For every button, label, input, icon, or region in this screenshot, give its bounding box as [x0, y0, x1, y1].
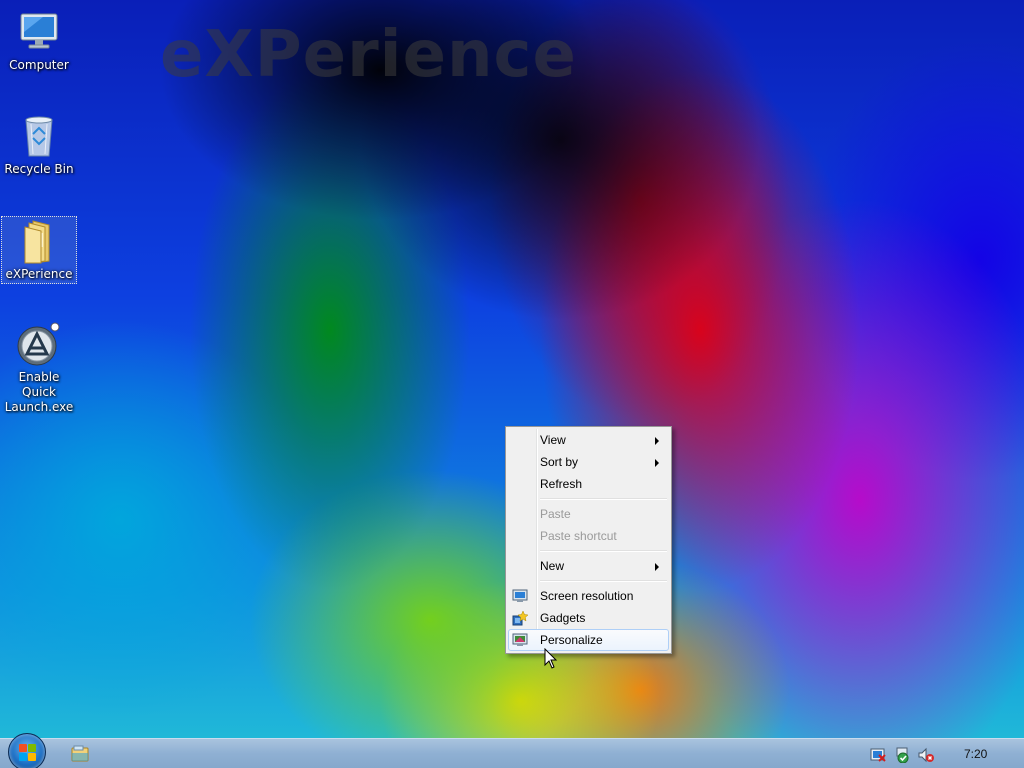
gadgets-icon — [512, 610, 529, 626]
menu-item-label: Refresh — [540, 477, 583, 491]
personalize-icon — [512, 632, 528, 648]
menu-item-label: New — [540, 559, 565, 573]
desktop-icon-experience-folder[interactable]: eXPerience — [1, 216, 77, 284]
desktop-icon-label: eXPerience — [5, 267, 73, 281]
menu-item-label: View — [540, 433, 566, 447]
submenu-arrow-icon — [655, 437, 659, 445]
menu-item-label: Screen resolution — [540, 589, 634, 603]
desktop-icon-computer[interactable]: Computer — [1, 8, 77, 78]
taskbar-clock[interactable]: 7:20 — [964, 747, 987, 761]
menu-item-label: Gadgets — [540, 611, 586, 625]
menu-item-sort-by[interactable]: Sort by — [508, 451, 669, 473]
menu-item-label: Paste — [540, 507, 571, 521]
desktop-icon-label: Enable Quick Launch.exe — [4, 370, 74, 414]
menu-item-label: Personalize — [540, 633, 603, 647]
start-orb-icon[interactable] — [8, 733, 46, 768]
desktop-icon-enable-quick-launch[interactable]: Enable Quick Launch.exe — [1, 320, 77, 414]
menu-item-gadgets[interactable]: Gadgets — [508, 607, 669, 629]
folder-icon — [15, 217, 63, 265]
volume-muted-icon[interactable] — [918, 747, 934, 763]
submenu-arrow-icon — [655, 563, 659, 571]
menu-separator — [508, 577, 669, 585]
menu-item-paste[interactable]: Paste — [508, 503, 669, 525]
file-explorer-icon[interactable] — [70, 744, 90, 764]
menu-separator — [508, 495, 669, 503]
network-icon[interactable] — [894, 747, 910, 764]
menu-item-personalize[interactable]: Personalize — [508, 629, 669, 651]
menu-item-new[interactable]: New — [508, 555, 669, 577]
computer-icon — [15, 8, 63, 56]
mouse-cursor-icon — [544, 647, 558, 670]
desktop-icon-label: Computer — [9, 58, 69, 72]
taskbar: 7:20 — [0, 733, 1024, 768]
menu-item-refresh[interactable]: Refresh — [508, 473, 669, 495]
windows-logo-icon — [19, 744, 37, 762]
desktop-icon-recycle-bin[interactable]: Recycle Bin — [1, 112, 77, 182]
wallpaper-watermark: eXPerience — [160, 18, 577, 92]
recycle-bin-icon — [15, 112, 63, 160]
submenu-arrow-icon — [655, 459, 659, 467]
action-center-icon[interactable] — [870, 747, 886, 763]
screen-resolution-icon — [512, 588, 528, 604]
application-icon — [15, 320, 63, 368]
menu-item-screen-resolution[interactable]: Screen resolution — [508, 585, 669, 607]
menu-item-label: Sort by — [540, 455, 579, 469]
menu-separator — [508, 547, 669, 555]
menu-item-view[interactable]: View — [508, 429, 669, 451]
menu-item-paste-shortcut[interactable]: Paste shortcut — [508, 525, 669, 547]
menu-item-label: Paste shortcut — [540, 529, 617, 543]
desktop-context-menu: View Sort by Refresh Paste Paste shortcu… — [505, 426, 672, 654]
desktop-icon-label: Recycle Bin — [4, 162, 74, 176]
